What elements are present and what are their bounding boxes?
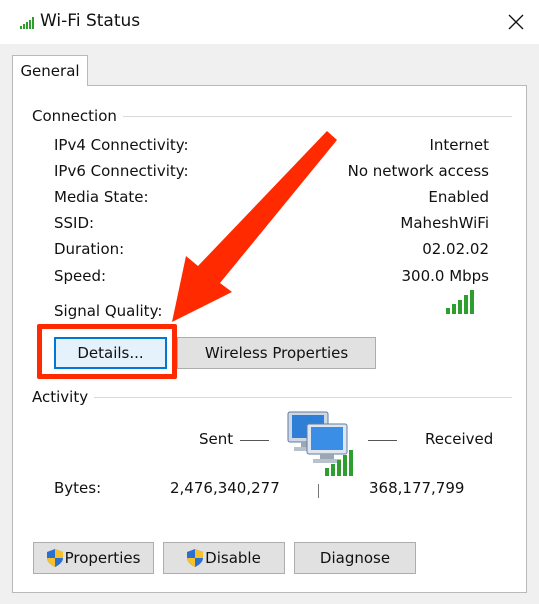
speed-label: Speed:: [54, 267, 107, 285]
properties-button-label: Properties: [64, 549, 141, 567]
media-state-value: Enabled: [428, 188, 489, 206]
received-label: Received: [425, 430, 494, 448]
close-icon: [508, 14, 524, 30]
title-bar: Wi-Fi Status: [0, 0, 539, 44]
details-button[interactable]: Details...: [54, 337, 167, 369]
sent-label: Sent: [199, 430, 234, 448]
activity-group-title: Activity: [32, 388, 95, 406]
network-computers-icon: [287, 411, 353, 476]
tab-general[interactable]: General: [12, 55, 88, 86]
window-title: Wi-Fi Status: [40, 11, 141, 31]
bytes-sent-value: 2,476,340,277: [170, 479, 280, 497]
sent-connector-line: [240, 440, 269, 441]
wifi-signal-icon: [20, 17, 34, 29]
ipv6-label: IPv6 Connectivity:: [54, 162, 189, 180]
signal-quality-label: Signal Quality:: [54, 302, 163, 320]
ipv4-label: IPv4 Connectivity:: [54, 136, 189, 154]
ssid-label: SSID:: [54, 214, 95, 232]
diagnose-button[interactable]: Diagnose: [294, 542, 416, 574]
bytes-received-value: 368,177,799: [369, 479, 465, 497]
bytes-label: Bytes:: [54, 479, 102, 497]
ipv6-value: No network access: [347, 162, 489, 180]
uac-shield-icon: [187, 549, 204, 567]
bytes-divider: [318, 484, 319, 498]
speed-value: 300.0 Mbps: [401, 267, 489, 285]
properties-button[interactable]: Properties: [33, 542, 154, 574]
media-state-label: Media State:: [54, 188, 149, 206]
ssid-value: MaheshWiFi: [400, 214, 489, 232]
disable-button-label: Disable: [205, 549, 261, 567]
connection-group-title: Connection: [32, 107, 123, 125]
wireless-properties-button[interactable]: Wireless Properties: [177, 337, 376, 369]
ipv4-value: Internet: [429, 136, 489, 154]
duration-value: 02.02.02: [422, 240, 489, 258]
duration-label: Duration:: [54, 240, 125, 258]
received-connector-line: [368, 440, 397, 441]
uac-shield-icon: [46, 549, 63, 567]
signal-quality-icon: [446, 290, 474, 314]
close-button[interactable]: [493, 0, 539, 44]
disable-button[interactable]: Disable: [163, 542, 285, 574]
activity-group-line: [32, 397, 512, 398]
